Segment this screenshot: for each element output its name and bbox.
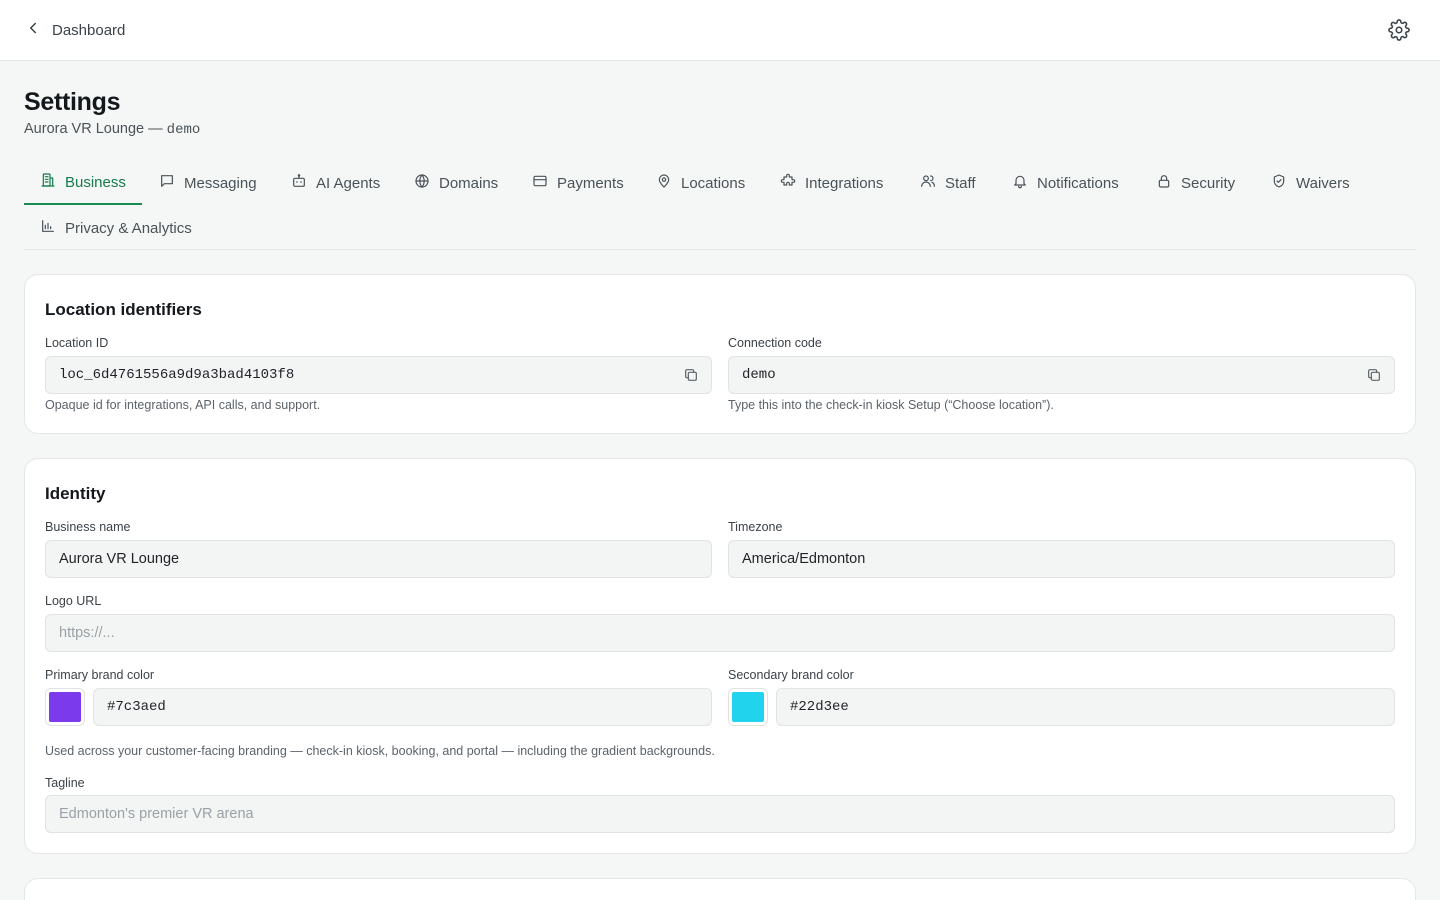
- business-name-label: Business name: [45, 520, 131, 534]
- tab-security[interactable]: Security: [1140, 161, 1251, 205]
- tab-label: Security: [1181, 174, 1236, 192]
- chevron-left-icon: [24, 19, 42, 41]
- building-icon: [40, 172, 56, 192]
- back-to-dashboard-link[interactable]: Dashboard: [24, 18, 125, 42]
- tagline-input[interactable]: Edmonton's premier VR arena: [45, 795, 1395, 833]
- secondary-color-input[interactable]: #22d3ee: [776, 688, 1395, 726]
- primary-color-fill: [49, 692, 81, 722]
- secondary-color-fill: [732, 692, 764, 722]
- subtitle-business-name: Aurora VR Lounge —: [24, 121, 163, 137]
- tagline-label: Tagline: [45, 776, 85, 790]
- connection-code-label: Connection code: [728, 336, 822, 350]
- globe-icon: [414, 173, 430, 193]
- settings-tabs: Business Messaging AI Agents Domains Pay…: [24, 161, 1416, 250]
- tab-label: Payments: [557, 174, 624, 192]
- card-title: Identity: [45, 484, 106, 503]
- puzzle-icon: [780, 173, 796, 193]
- tab-waivers[interactable]: Waivers: [1255, 161, 1366, 205]
- tab-payments[interactable]: Payments: [516, 161, 640, 205]
- location-id-label: Location ID: [45, 336, 109, 350]
- tab-integrations[interactable]: Integrations: [764, 161, 899, 205]
- location-identifiers-card: Location identifiers Location ID loc_6d4…: [24, 274, 1416, 434]
- logo-url-label: Logo URL: [45, 594, 102, 608]
- secondary-color-swatch[interactable]: [728, 688, 768, 726]
- back-link-label: Dashboard: [52, 21, 126, 39]
- connection-code-help: Type this into the check-in kiosk Setup …: [728, 398, 1054, 412]
- tab-label: Integrations: [805, 174, 884, 192]
- tab-messaging[interactable]: Messaging: [143, 161, 273, 205]
- subtitle-connection-code: demo: [166, 122, 201, 138]
- gear-icon[interactable]: [1388, 19, 1410, 41]
- primary-color-swatch[interactable]: [45, 688, 85, 726]
- page-title: Settings: [24, 88, 121, 116]
- connection-code-field[interactable]: demo: [728, 356, 1395, 394]
- location-id-field[interactable]: loc_6d4761556a9d9a3bad4103f8: [45, 356, 712, 394]
- page-subtitle: Aurora VR Lounge — demo: [24, 121, 200, 138]
- logo-url-input[interactable]: https://...: [45, 614, 1395, 652]
- next-section-card: [24, 878, 1416, 900]
- timezone-label: Timezone: [728, 520, 783, 534]
- tab-label: Notifications: [1037, 174, 1119, 192]
- tab-business[interactable]: Business: [24, 161, 142, 205]
- tab-label: Messaging: [184, 174, 257, 192]
- primary-color-input[interactable]: #7c3aed: [93, 688, 712, 726]
- tab-domains[interactable]: Domains: [398, 161, 514, 205]
- robot-icon: [291, 173, 307, 193]
- copy-icon[interactable]: [1366, 367, 1382, 383]
- tab-label: Privacy & Analytics: [65, 219, 192, 237]
- tab-label: Staff: [945, 174, 976, 192]
- card-title: Location identifiers: [45, 300, 202, 319]
- tab-label: Locations: [681, 174, 746, 192]
- tab-privacy-analytics[interactable]: Privacy & Analytics: [24, 206, 208, 250]
- location-id-value: loc_6d4761556a9d9a3bad4103f8: [59, 367, 295, 383]
- brand-color-help: Used across your customer-facing brandin…: [45, 744, 715, 758]
- shield-check-icon: [1271, 173, 1287, 193]
- tab-notifications[interactable]: Notifications: [996, 161, 1135, 205]
- message-icon: [159, 173, 175, 193]
- tab-label: AI Agents: [316, 174, 381, 192]
- tab-label: Waivers: [1296, 174, 1350, 192]
- tab-label: Business: [65, 173, 126, 191]
- location-id-help: Opaque id for integrations, API calls, a…: [45, 398, 321, 412]
- business-name-input[interactable]: Aurora VR Lounge: [45, 540, 712, 578]
- lock-icon: [1156, 173, 1172, 193]
- credit-card-icon: [532, 173, 548, 193]
- tab-staff[interactable]: Staff: [904, 161, 992, 205]
- users-icon: [920, 173, 936, 193]
- tab-locations[interactable]: Locations: [640, 161, 761, 205]
- tab-label: Domains: [439, 174, 499, 192]
- primary-color-label: Primary brand color: [45, 668, 155, 682]
- map-pin-icon: [656, 173, 672, 193]
- top-bar: Dashboard: [0, 0, 1440, 61]
- secondary-color-label: Secondary brand color: [728, 668, 854, 682]
- timezone-input[interactable]: America/Edmonton: [728, 540, 1395, 578]
- tab-ai-agents[interactable]: AI Agents: [275, 161, 396, 205]
- bell-icon: [1012, 173, 1028, 193]
- bar-chart-icon: [40, 218, 56, 238]
- connection-code-value: demo: [742, 367, 776, 383]
- copy-icon[interactable]: [683, 367, 699, 383]
- identity-card: Identity Business name Aurora VR Lounge …: [24, 458, 1416, 854]
